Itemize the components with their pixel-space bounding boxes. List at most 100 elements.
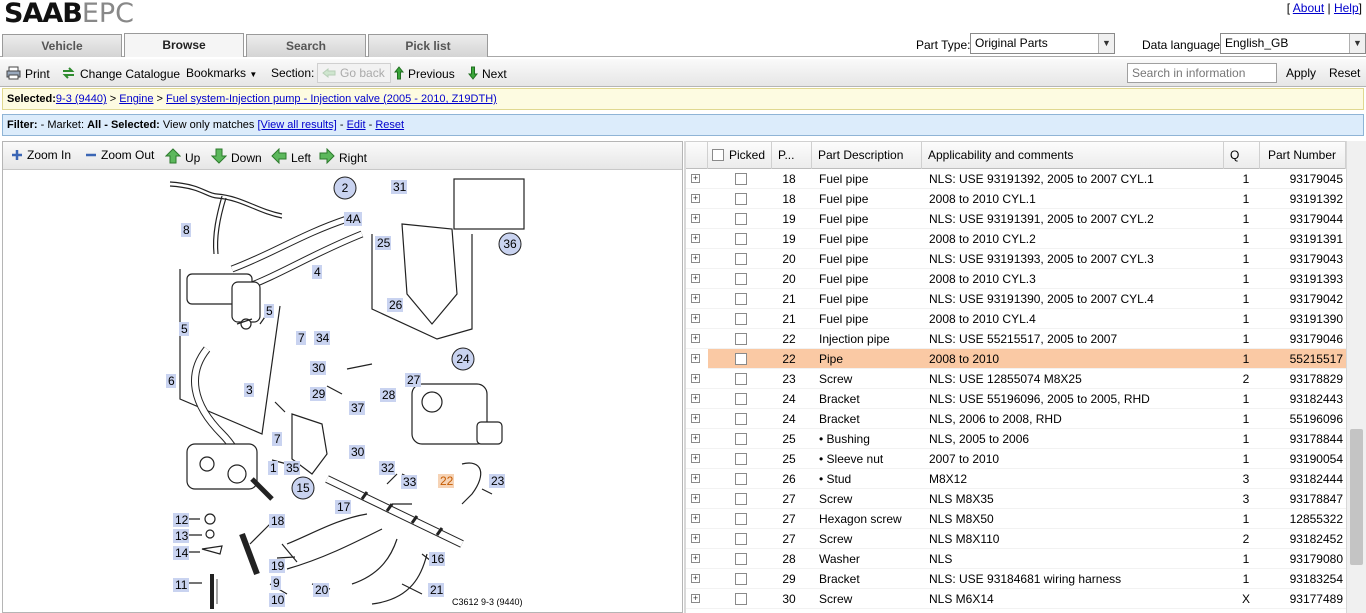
picked-checkbox[interactable] (735, 593, 747, 605)
table-row[interactable]: +27 Hexagon screw NLS M8X50 1 12855322 (686, 509, 1346, 529)
expand-icon[interactable]: + (691, 434, 700, 443)
about-link[interactable]: About (1293, 1, 1324, 15)
expand-icon[interactable]: + (691, 274, 700, 283)
table-row[interactable]: +27 Screw NLS M8X35 3 93178847 (686, 489, 1346, 509)
expand-icon[interactable]: + (691, 554, 700, 563)
expand-icon[interactable]: + (691, 574, 700, 583)
expand-icon[interactable]: + (691, 214, 700, 223)
exploded-parts-diagram[interactable]: 2 36 24 15 31 8 4A 25 4 26 5 5 34 7 30 6… (162, 174, 532, 613)
picked-checkbox[interactable] (735, 213, 747, 225)
picked-checkbox[interactable] (735, 313, 747, 325)
table-scrollbar[interactable] (1346, 141, 1366, 613)
expand-icon[interactable]: + (691, 414, 700, 423)
picked-checkbox[interactable] (735, 453, 747, 465)
apply-button[interactable]: Apply (1286, 66, 1316, 80)
column-header-part-number[interactable]: Part Number (1260, 142, 1346, 169)
picked-checkbox[interactable] (735, 173, 747, 185)
expand-icon[interactable]: + (691, 454, 700, 463)
expand-icon[interactable]: + (691, 314, 700, 323)
bookmarks-menu[interactable]: Bookmarks ▼ (186, 66, 257, 80)
table-row[interactable]: +20 Fuel pipe 2008 to 2010 CYL.3 1 93191393 (686, 269, 1346, 289)
expand-icon[interactable]: + (691, 474, 700, 483)
picked-checkbox[interactable] (735, 193, 747, 205)
tab-search[interactable]: Search (246, 34, 366, 57)
view-all-results-link[interactable]: [View all results] (258, 119, 337, 131)
table-row[interactable]: +30 Screw NLS M6X14 X 93177489 (686, 589, 1346, 609)
reset-button[interactable]: Reset (1329, 66, 1360, 80)
previous-button[interactable]: Previous (394, 66, 455, 81)
table-row[interactable]: +18 Fuel pipe 2008 to 2010 CYL.1 1 93191392 (686, 189, 1346, 209)
picked-checkbox[interactable] (735, 353, 747, 365)
table-row[interactable]: ++22Pipe2008 to 2010155215517 (686, 349, 1346, 369)
table-row[interactable]: +19 Fuel pipe NLS: USE 93191391, 2005 to 2… (686, 209, 1346, 229)
table-row[interactable]: +24 Bracket NLS: USE 55196096, 2005 to 200… (686, 389, 1346, 409)
picked-checkbox[interactable] (735, 253, 747, 265)
expand-icon[interactable]: + (691, 194, 700, 203)
expand-icon[interactable]: + (691, 294, 700, 303)
tab-browse[interactable]: Browse (124, 33, 244, 57)
expand-icon[interactable]: + (691, 354, 700, 363)
picked-checkbox[interactable] (735, 513, 747, 525)
breadcrumb-model[interactable]: 9-3 (9440) (56, 93, 107, 105)
expand-icon[interactable]: + (691, 334, 700, 343)
column-header-quantity[interactable]: Q (1224, 142, 1260, 169)
picked-checkbox[interactable] (735, 533, 747, 545)
expand-icon[interactable]: + (691, 534, 700, 543)
picked-checkbox[interactable] (735, 473, 747, 485)
column-header-applicability[interactable]: Applicability and comments (922, 142, 1224, 169)
go-back-button[interactable]: Go back (317, 63, 391, 83)
column-header-picked[interactable]: Picked (708, 142, 772, 169)
filter-reset-link[interactable]: Reset (375, 119, 404, 131)
expand-icon[interactable]: + (691, 234, 700, 243)
table-row[interactable]: +22 Injection pipe NLS: USE 55215517, 2005… (686, 329, 1346, 349)
next-button[interactable]: Next (468, 66, 507, 81)
picked-checkbox[interactable] (735, 293, 747, 305)
tab-pick-list[interactable]: Pick list (368, 34, 488, 57)
table-row[interactable]: +23 Screw NLS: USE 12855074 M8X25 2 93178829 (686, 369, 1346, 389)
pan-right-button[interactable]: Right (319, 148, 367, 165)
table-row[interactable]: +25 • Sleeve nut 2007 to 2010 1 93190054 (686, 449, 1346, 469)
column-header-description[interactable]: Part Description (812, 142, 922, 169)
pan-up-button[interactable]: Up (165, 148, 200, 165)
help-link[interactable]: Help (1334, 1, 1359, 15)
table-row[interactable]: +24 Bracket NLS, 2006 to 2008, RHD 1 5519609… (686, 409, 1346, 429)
table-row[interactable]: +21 Fuel pipe 2008 to 2010 CYL.4 1 93191390 (686, 309, 1346, 329)
table-row[interactable]: +25 • Bushing NLS, 2005 to 2006 1 93178844 (686, 429, 1346, 449)
picked-checkbox[interactable] (735, 273, 747, 285)
picked-checkbox[interactable] (735, 393, 747, 405)
picked-checkbox[interactable] (735, 413, 747, 425)
pan-left-button[interactable]: Left (271, 148, 311, 165)
table-row[interactable]: +29 Bracket NLS: USE 93184681 wiring harne… (686, 569, 1346, 589)
part-type-select[interactable]: Original Parts ▼ (970, 33, 1115, 54)
select-all-checkbox[interactable] (712, 149, 724, 161)
table-row[interactable]: +20 Fuel pipe NLS: USE 93191393, 2005 to 2… (686, 249, 1346, 269)
breadcrumb-section[interactable]: Fuel system-Injection pump - Injection v… (166, 93, 497, 105)
expand-icon[interactable]: + (691, 594, 700, 603)
data-language-select[interactable]: English_GB ▼ (1220, 33, 1366, 54)
picked-checkbox[interactable] (735, 493, 747, 505)
picked-checkbox[interactable] (735, 573, 747, 585)
picked-checkbox[interactable] (735, 553, 747, 565)
table-row[interactable]: +27 Screw NLS M8X110 2 93182452 (686, 529, 1346, 549)
scrollbar-thumb[interactable] (1350, 429, 1363, 565)
expand-icon[interactable]: + (691, 254, 700, 263)
table-row[interactable]: +19 Fuel pipe 2008 to 2010 CYL.2 1 93191391 (686, 229, 1346, 249)
print-button[interactable]: Print (6, 66, 50, 81)
table-row[interactable]: +26 • Stud M8X12 3 93182444 (686, 469, 1346, 489)
picked-checkbox[interactable] (735, 233, 747, 245)
table-row[interactable]: +18 Fuel pipe NLS: USE 93191392, 2005 to 2… (686, 169, 1346, 189)
expand-icon[interactable]: + (691, 494, 700, 503)
picked-checkbox[interactable] (735, 433, 747, 445)
table-row[interactable]: +28 Washer NLS 1 93179080 (686, 549, 1346, 569)
information-search-input[interactable]: Search in information (1127, 63, 1277, 83)
filter-edit-link[interactable]: Edit (347, 119, 366, 131)
table-row[interactable]: +21 Fuel pipe NLS: USE 93191390, 2005 to 2… (686, 289, 1346, 309)
tab-vehicle[interactable]: Vehicle (2, 34, 122, 57)
expand-icon[interactable]: + (691, 394, 700, 403)
breadcrumb-engine[interactable]: Engine (119, 93, 153, 105)
picked-checkbox[interactable] (735, 373, 747, 385)
pan-down-button[interactable]: Down (211, 148, 262, 165)
picked-checkbox[interactable] (735, 333, 747, 345)
zoom-out-button[interactable]: Zoom Out (85, 148, 154, 162)
change-catalogue-button[interactable]: Change Catalogue (61, 66, 180, 81)
